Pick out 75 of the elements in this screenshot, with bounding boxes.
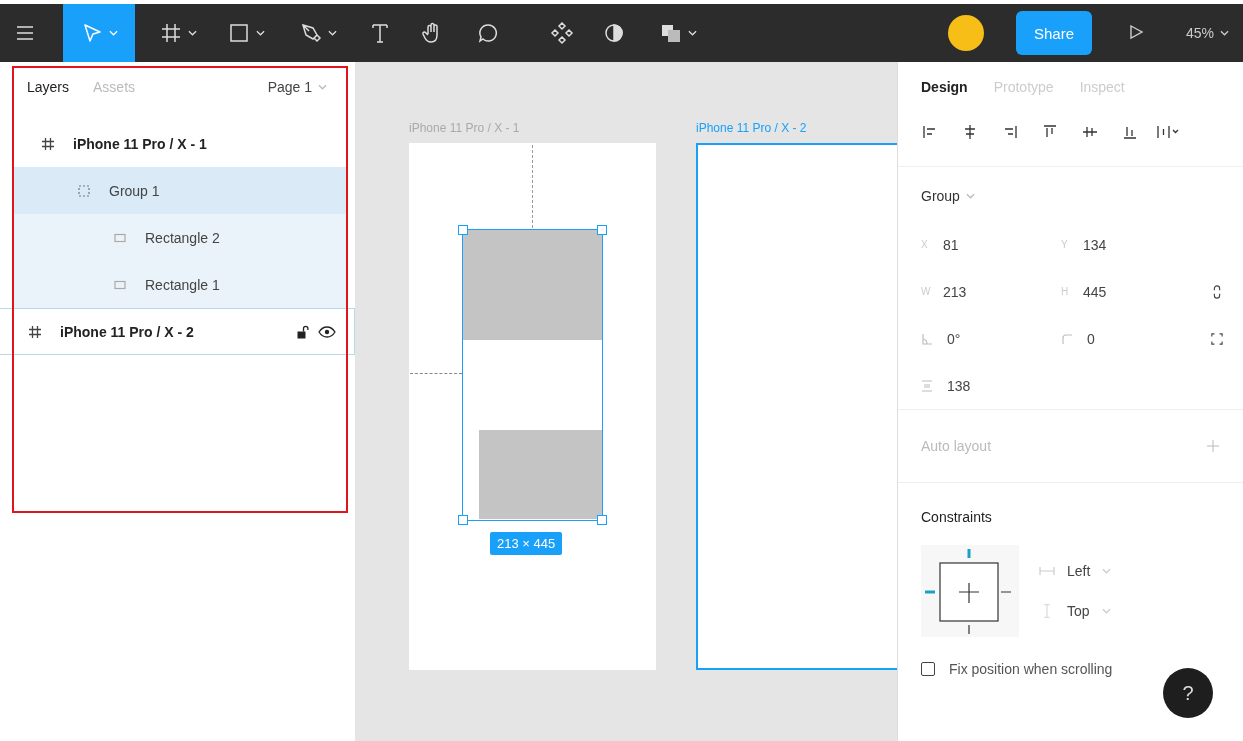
align-icon[interactable] — [962, 124, 978, 140]
hash-icon — [159, 21, 183, 45]
layer-name: Group 1 — [109, 182, 160, 199]
resize-handle[interactable] — [597, 515, 607, 525]
play-icon — [1127, 23, 1144, 40]
constraint-widget[interactable] — [921, 545, 1019, 637]
speech-bubble-icon — [476, 21, 500, 45]
vertical-constraint-dropdown[interactable]: Top — [1039, 603, 1112, 619]
chevron-down-icon — [965, 193, 975, 199]
help-button[interactable]: ? — [1163, 668, 1213, 718]
chevron-down-icon — [109, 30, 118, 36]
chevron-down-icon — [1220, 30, 1229, 36]
align-icon[interactable] — [1002, 124, 1018, 140]
layer-row[interactable]: Group 1 — [13, 167, 346, 214]
distribute-icon[interactable] — [1156, 124, 1180, 140]
diamonds-icon — [550, 21, 574, 45]
size-badge: 213 × 445 — [490, 532, 563, 555]
field-value: 0 — [1087, 330, 1095, 347]
chevron-down-icon — [188, 30, 197, 36]
layer-row[interactable]: iPhone 11 Pro / X - 1 — [13, 120, 346, 167]
property-field[interactable]: 0 — [1061, 330, 1201, 347]
align-icon[interactable] — [1122, 124, 1138, 140]
property-field[interactable]: 138 — [921, 377, 1061, 394]
avatar[interactable] — [947, 15, 984, 51]
section-title: Auto layout — [921, 438, 992, 454]
resize-handle[interactable] — [458, 225, 468, 235]
angle-icon — [921, 332, 933, 345]
align-icon[interactable] — [922, 124, 938, 140]
distance-guide — [410, 373, 462, 374]
dashed-square-icon — [77, 183, 91, 198]
chevron-down-icon — [318, 84, 327, 90]
field-value: 445 — [1083, 283, 1107, 300]
hash-icon — [28, 324, 42, 339]
square-icon — [227, 21, 251, 45]
resize-handle[interactable] — [458, 515, 468, 525]
layer-name: Rectangle 1 — [145, 276, 220, 293]
property-field[interactable]: 0° — [921, 330, 1061, 347]
half-circle-icon — [602, 21, 626, 45]
align-icon[interactable] — [1042, 124, 1058, 140]
resize-handle[interactable] — [597, 225, 607, 235]
layer-name: Rectangle 2 — [145, 229, 220, 246]
field-value: 81 — [943, 236, 959, 253]
eye-icon[interactable] — [318, 325, 336, 338]
corners-icon[interactable] — [1211, 331, 1223, 346]
checkbox-label: Fix position when scrolling — [949, 661, 1113, 677]
panel-tab[interactable]: Layers — [27, 79, 70, 95]
link-icon[interactable] — [1211, 284, 1223, 299]
align-icon[interactable] — [1082, 124, 1098, 140]
page-dropdown[interactable]: Page 1 — [261, 78, 333, 96]
layer-name: iPhone 11 Pro / X - 1 — [73, 135, 207, 152]
zoom-dropdown[interactable]: 45% — [1179, 4, 1235, 62]
field-value: 138 — [947, 377, 971, 394]
horizontal-constraint-dropdown[interactable]: Left — [1039, 563, 1112, 579]
layer-row[interactable]: Rectangle 2 — [13, 214, 346, 261]
chevron-down-icon — [1101, 608, 1111, 614]
checkbox[interactable] — [921, 662, 935, 676]
field-value: 0° — [947, 330, 961, 347]
horizontal-span-icon — [1039, 564, 1055, 578]
layer-row[interactable]: iPhone 11 Pro / X - 2 — [0, 308, 355, 355]
corner-icon — [1061, 332, 1073, 345]
spacing-icon — [921, 379, 933, 392]
unlocked-padlock-icon[interactable] — [296, 324, 310, 339]
chevron-down-icon — [256, 30, 265, 36]
layer-type-dropdown[interactable]: Group — [921, 171, 1225, 221]
pen-icon — [299, 21, 323, 45]
panel-tab[interactable]: Design — [921, 79, 968, 95]
hash-icon — [41, 136, 55, 151]
layer-name: iPhone 11 Pro / X - 2 — [60, 323, 194, 340]
field-value: 213 — [943, 283, 967, 300]
field-value: 134 — [1083, 236, 1107, 253]
layer-row[interactable]: Rectangle 1 — [13, 261, 346, 308]
chevron-down-icon — [688, 30, 697, 36]
chevron-down-icon — [1102, 568, 1112, 574]
section-title: Constraints — [921, 509, 993, 525]
chevron-down-icon — [328, 30, 337, 36]
